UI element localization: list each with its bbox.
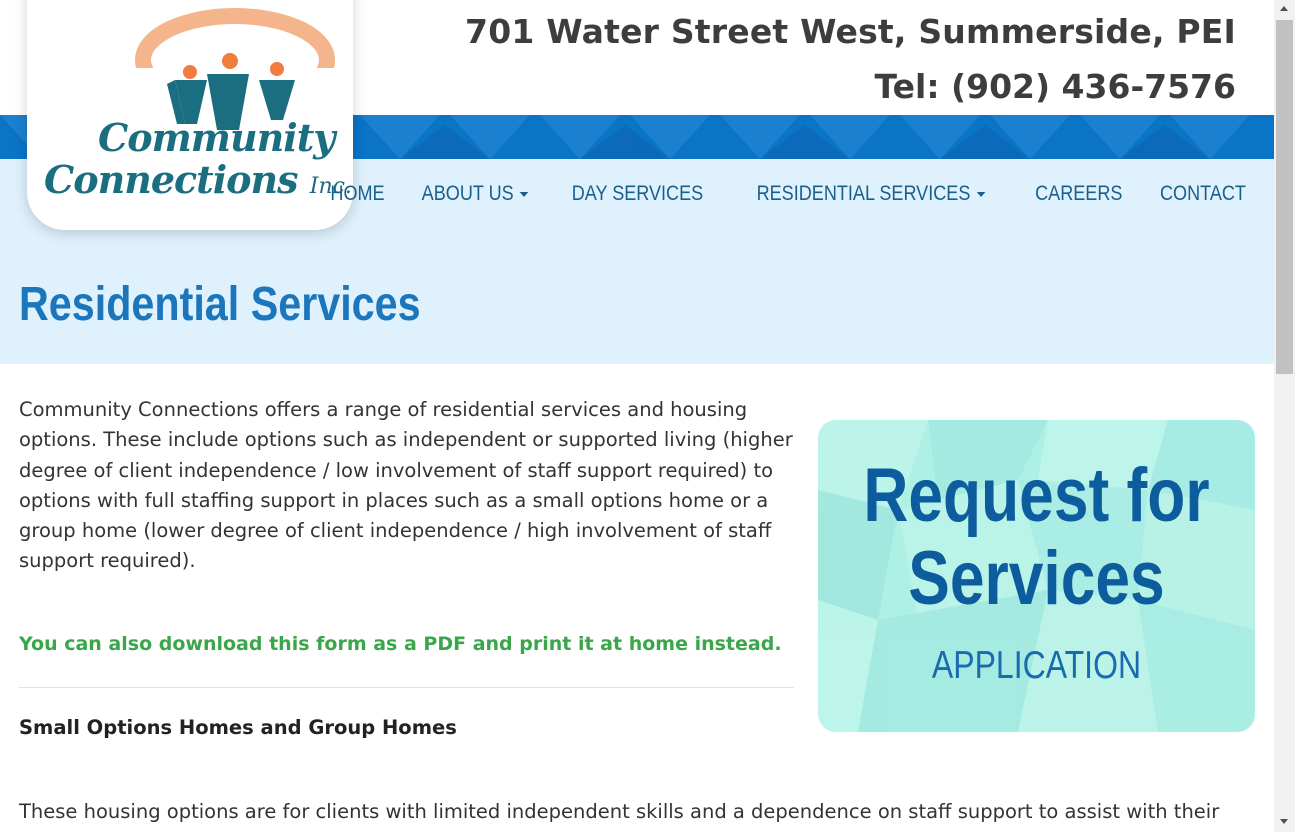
page-scrollbar[interactable] bbox=[1274, 0, 1295, 832]
scrollbar-thumb[interactable] bbox=[1276, 20, 1293, 374]
nav-about-us[interactable]: ABOUT US bbox=[411, 182, 538, 206]
nav-day-services[interactable]: DAY SERVICES bbox=[561, 182, 713, 206]
scroll-up-arrow-icon[interactable] bbox=[1280, 6, 1288, 11]
intro-paragraph: Community Connections offers a range of … bbox=[19, 398, 793, 573]
download-pdf-link[interactable]: You can also download this form as a PDF… bbox=[19, 633, 782, 655]
main-nav: HOME ABOUT US DAY SERVICES RESIDENTIAL S… bbox=[314, 182, 1265, 206]
banner-title-line1: Request for bbox=[863, 453, 1210, 538]
address-text: 701 Water Street West, Summerside, PEI bbox=[465, 12, 1236, 51]
nav-residential-services[interactable]: RESIDENTIAL SERVICES bbox=[746, 182, 995, 206]
nav-contact-label: CONTACT bbox=[1160, 182, 1247, 205]
section-divider bbox=[19, 687, 794, 688]
section-paragraph: These housing options are for clients wi… bbox=[19, 800, 1220, 823]
banner-title-line2: Services bbox=[908, 536, 1165, 621]
scroll-down-arrow-icon[interactable] bbox=[1280, 819, 1288, 824]
nav-home-label: HOME bbox=[330, 182, 385, 205]
nav-residential-label: RESIDENTIAL SERVICES bbox=[756, 182, 971, 205]
nav-contact[interactable]: CONTACT bbox=[1150, 182, 1257, 206]
nav-about-label: ABOUT US bbox=[421, 182, 514, 205]
nav-careers-label: CAREERS bbox=[1034, 182, 1122, 205]
section-heading: Small Options Homes and Group Homes bbox=[19, 716, 457, 739]
hero-wave-edge bbox=[0, 352, 1274, 360]
logo-text-connections: Connections bbox=[44, 157, 299, 202]
nav-home[interactable]: HOME bbox=[320, 182, 395, 206]
site-logo[interactable]: Community Connections Inc. bbox=[27, 0, 353, 230]
logo-text-line1: Community bbox=[98, 115, 335, 160]
logo-text-line2: Connections Inc. bbox=[44, 157, 352, 202]
page-title: Residential Services bbox=[19, 278, 421, 331]
caret-down-icon bbox=[519, 191, 529, 197]
nav-day-services-label: DAY SERVICES bbox=[571, 182, 704, 205]
nav-careers[interactable]: CAREERS bbox=[1024, 182, 1132, 206]
caret-down-icon bbox=[976, 191, 985, 197]
banner-subtitle: APPLICATION bbox=[931, 644, 1142, 687]
phone-text[interactable]: Tel: (902) 436-7576 bbox=[875, 67, 1236, 106]
